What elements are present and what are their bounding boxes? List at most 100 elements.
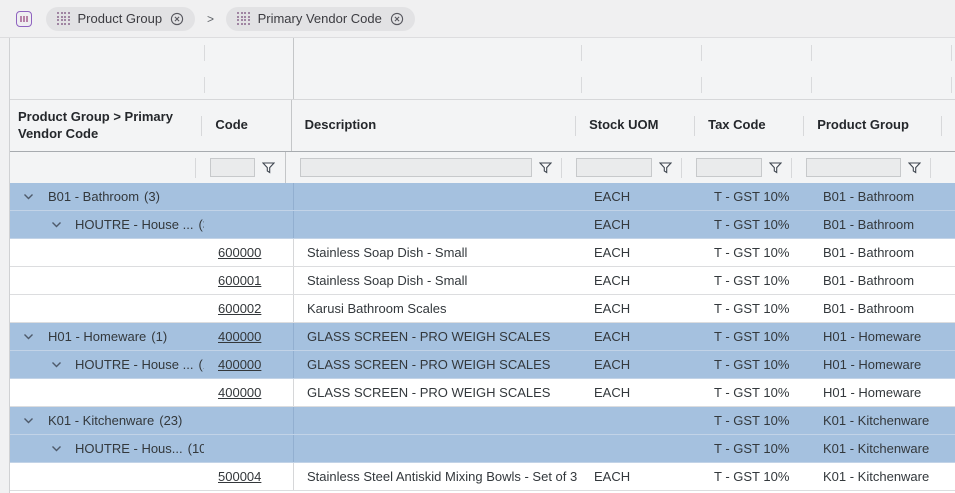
group-row-level2[interactable]: HOUTRE - House ...(3)EACHT - GST 10%B01 …	[10, 211, 955, 239]
group-cell	[10, 295, 204, 322]
filter-input-product-group[interactable]	[806, 158, 901, 177]
stock-uom-cell: EACH	[581, 267, 701, 294]
code-link[interactable]: 600000	[218, 245, 261, 260]
filter-funnel-icon[interactable]	[539, 162, 552, 174]
filter-funnel-icon[interactable]	[659, 162, 672, 174]
filter-input-code[interactable]	[210, 158, 255, 177]
tax-code-cell-value: T - GST 10%	[714, 357, 789, 372]
description-cell: Stainless Steel Antiskid Mixing Bowls - …	[293, 463, 581, 490]
chevron-down-icon[interactable]	[23, 417, 34, 424]
code-link[interactable]: 400000	[218, 385, 261, 400]
tax-code-cell: T - GST 10%	[701, 351, 811, 378]
product-group-cell-value: K01 - Kitchenware	[823, 441, 929, 456]
stock-uom-cell: EACH	[581, 183, 701, 210]
filter-input-description[interactable]	[300, 158, 532, 177]
product-group-cell-value: B01 - Bathroom	[823, 301, 914, 316]
group-cell	[10, 379, 204, 406]
stock-uom-cell: EACH	[581, 463, 701, 490]
code-cell	[204, 435, 293, 462]
product-group-cell: B01 - Bathroom	[811, 211, 950, 238]
product-group-cell-value: H01 - Homeware	[823, 357, 921, 372]
code-link[interactable]: 400000	[218, 329, 261, 344]
filter-cell-group	[10, 152, 196, 183]
product-group-cell-value: K01 - Kitchenware	[823, 413, 929, 428]
description-cell	[293, 407, 581, 434]
product-group-cell-value: B01 - Bathroom	[823, 273, 914, 288]
tax-code-cell-value: T - GST 10%	[714, 413, 789, 428]
stock-uom-cell: EACH	[581, 239, 701, 266]
group-row-level2[interactable]: HOUTRE - House ...(1)400000GLASS SCREEN …	[10, 351, 955, 379]
group-label: HOUTRE - Hous...	[75, 441, 183, 456]
column-header-tax-code[interactable]: Tax Code	[695, 100, 804, 151]
tax-code-cell: T - GST 10%	[701, 407, 811, 434]
group-cell: HOUTRE - Hous... (10)	[10, 435, 204, 462]
code-link[interactable]: 500004	[218, 469, 261, 484]
code-cell: 400000	[204, 323, 293, 350]
product-group-cell-value: B01 - Bathroom	[823, 245, 914, 260]
tax-code-cell-value: T - GST 10%	[714, 245, 789, 260]
description-cell	[293, 211, 581, 238]
table-row[interactable]: 600001Stainless Soap Dish - SmallEACHT -…	[10, 267, 955, 295]
filter-funnel-icon[interactable]	[769, 162, 782, 174]
group-chip-primary-vendor-code[interactable]: Primary Vendor Code	[226, 7, 415, 31]
group-cell: H01 - Homeware(1)	[10, 323, 204, 350]
tax-code-cell: T - GST 10%	[701, 435, 811, 462]
stock-uom-cell: EACH	[581, 379, 701, 406]
stock-uom-cell-value: EACH	[594, 189, 630, 204]
column-header-code[interactable]: Code	[202, 100, 290, 151]
column-header-group[interactable]: Product Group > Primary Vendor Code	[10, 100, 202, 151]
code-cell: 500004	[204, 463, 293, 490]
description-cell: Karusi Bathroom Scales	[293, 295, 581, 322]
filter-funnel-icon[interactable]	[908, 162, 921, 174]
group-row-level1[interactable]: H01 - Homeware(1) 400000 GLASS SCREEN - PR…	[10, 323, 955, 351]
group-label: HOUTRE - House ...	[75, 357, 193, 372]
chevron-down-icon[interactable]	[51, 361, 62, 368]
drag-handle-icon[interactable]	[237, 12, 250, 25]
description-cell	[293, 183, 581, 210]
group-row-level1[interactable]: K01 - Kitchenware(23)T - GST 10%K01 - Ki…	[10, 407, 955, 435]
filter-funnel-icon[interactable]	[262, 162, 275, 174]
group-row-level2[interactable]: HOUTRE - Hous... (10) T - GST 10% K01 - Kit…	[10, 435, 955, 463]
chevron-down-icon[interactable]	[51, 445, 62, 452]
tax-code-cell-value: T - GST 10%	[714, 329, 789, 344]
code-link[interactable]: 600001	[218, 273, 261, 288]
filter-input-stock-uom[interactable]	[576, 158, 652, 177]
group-chip-label: Product Group	[78, 11, 163, 26]
product-group-cell: B01 - Bathroom	[811, 295, 950, 322]
product-group-cell: K01 - Kitchenware	[811, 407, 950, 434]
group-row-level1[interactable]: B01 - Bathroom(3)EACHT - GST 10%B01 - Ba…	[10, 183, 955, 211]
group-chip-label: Primary Vendor Code	[258, 11, 382, 26]
code-link[interactable]: 400000	[218, 357, 261, 372]
column-header-product-group[interactable]: Product Group	[804, 100, 942, 151]
group-chip-product-group[interactable]: Product Group	[46, 7, 195, 31]
table-row[interactable]: 600000 Stainless Soap Dish - Small EACH T -…	[10, 239, 955, 267]
product-group-cell-value: B01 - Bathroom	[823, 189, 914, 204]
description-cell	[293, 435, 581, 462]
column-header-description[interactable]: Description	[291, 100, 576, 151]
group-count: (10)	[188, 441, 204, 456]
description-cell-value: GLASS SCREEN - PRO WEIGH SCALES	[307, 329, 550, 344]
code-link[interactable]: 600002	[218, 301, 261, 316]
remove-group-icon[interactable]	[390, 12, 404, 26]
remove-group-icon[interactable]	[170, 12, 184, 26]
product-group-cell: H01 - Homeware	[811, 323, 950, 350]
stock-uom-cell-value: EACH	[594, 217, 630, 232]
product-group-cell: K01 - Kitchenware	[811, 435, 950, 462]
drag-handle-icon[interactable]	[57, 12, 70, 25]
stock-uom-cell-value: EACH	[594, 385, 630, 400]
chevron-down-icon[interactable]	[23, 193, 34, 200]
product-group-cell: H01 - Homeware	[811, 351, 950, 378]
filter-input-tax-code[interactable]	[696, 158, 762, 177]
table-row[interactable]: 500004 Stainless Steel Antiskid Mixing Bo…	[10, 463, 955, 491]
product-group-cell-value: H01 - Homeware	[823, 385, 921, 400]
rows-container: B01 - Bathroom(3)EACHT - GST 10%B01 - Ba…	[10, 183, 955, 491]
description-cell-value: Stainless Soap Dish - Small	[307, 245, 467, 260]
table-row[interactable]: 400000GLASS SCREEN - PRO WEIGH SCALESEAC…	[10, 379, 955, 407]
chevron-down-icon[interactable]	[23, 333, 34, 340]
tax-code-cell: T - GST 10%	[701, 323, 811, 350]
product-group-cell: B01 - Bathroom	[811, 267, 950, 294]
app-icon[interactable]	[16, 11, 32, 27]
column-header-stock-uom[interactable]: Stock UOM	[576, 100, 695, 151]
table-row[interactable]: 600002Karusi Bathroom ScalesEACHT - GST …	[10, 295, 955, 323]
chevron-down-icon[interactable]	[51, 221, 62, 228]
